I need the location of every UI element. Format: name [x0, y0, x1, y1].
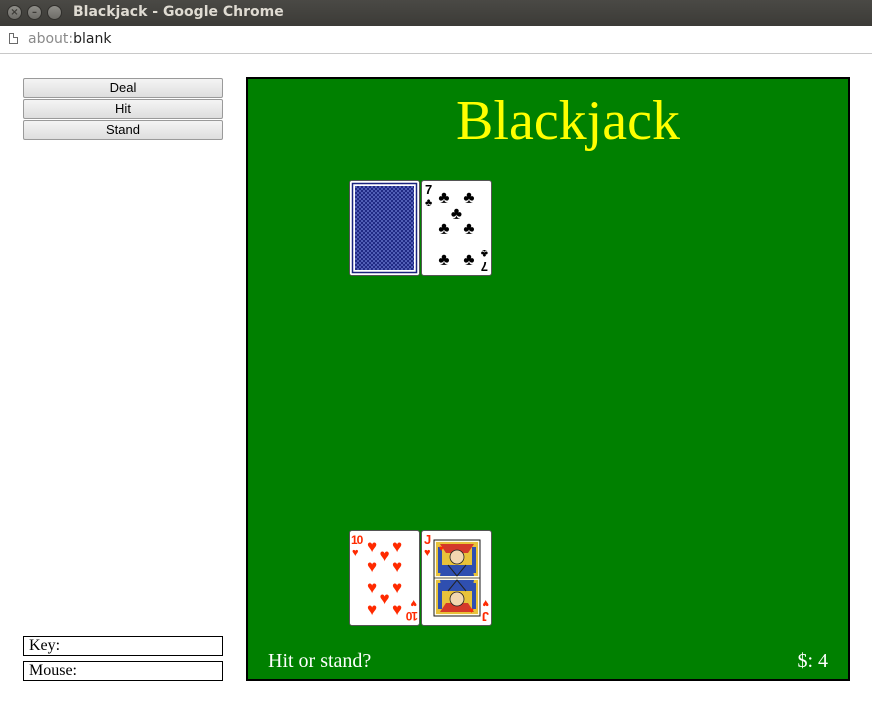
dealer-card-back — [349, 180, 420, 276]
svg-text:♥: ♥ — [352, 547, 359, 559]
stand-button[interactable]: Stand — [23, 120, 223, 140]
close-window-icon[interactable]: × — [7, 5, 22, 20]
svg-text:10: 10 — [351, 533, 364, 547]
svg-text:♣: ♣ — [438, 188, 449, 207]
svg-text:10: 10 — [405, 609, 418, 623]
svg-text:♥: ♥ — [379, 546, 389, 565]
game-canvas[interactable]: Blackjack 7 ♣ ♣ ♣ ♣ ♣ ♣ ♣ ♣ 7 ♣ 10 ♥ ♥ ♥… — [246, 77, 850, 681]
svg-text:♥: ♥ — [392, 537, 402, 556]
svg-text:♣: ♣ — [463, 250, 474, 269]
key-status: Key: — [23, 636, 223, 656]
address-bar[interactable] — [0, 26, 872, 54]
url-host: blank — [73, 31, 112, 47]
svg-text:♥: ♥ — [410, 597, 417, 609]
svg-text:♥: ♥ — [367, 600, 377, 619]
maximize-window-icon[interactable] — [47, 5, 62, 20]
game-message: Hit or stand? — [268, 650, 372, 672]
svg-text:♥: ♥ — [482, 597, 489, 609]
svg-text:♣: ♣ — [481, 247, 488, 259]
svg-text:♥: ♥ — [392, 578, 402, 597]
page-icon — [9, 33, 18, 44]
svg-text:♥: ♥ — [367, 557, 377, 576]
svg-text:♣: ♣ — [451, 204, 462, 223]
svg-text:♥: ♥ — [367, 578, 377, 597]
dealer-card-7-clubs: 7 ♣ ♣ ♣ ♣ ♣ ♣ ♣ ♣ 7 ♣ — [421, 180, 492, 276]
hit-button[interactable]: Hit — [23, 99, 223, 119]
svg-text:♥: ♥ — [469, 606, 474, 615]
url-text[interactable]: about:blank — [28, 31, 111, 47]
svg-text:♥: ♥ — [424, 547, 431, 559]
svg-text:♥: ♥ — [392, 557, 402, 576]
url-scheme: about: — [28, 31, 74, 47]
money-counter: $: 4 — [797, 650, 828, 672]
player-card-jack-hearts: J ♥ J ♥ ♥ ♥ — [421, 530, 492, 626]
window-title: Blackjack - Google Chrome — [73, 4, 284, 20]
svg-text:J: J — [424, 532, 431, 547]
svg-text:♥: ♥ — [439, 544, 444, 553]
player-card-10-hearts: 10 ♥ ♥ ♥ ♥ ♥ ♥ ♥ ♥ ♥ ♥ ♥ 10 ♥ — [349, 530, 420, 626]
minimize-window-icon[interactable]: – — [27, 5, 42, 20]
svg-text:♣: ♣ — [463, 219, 474, 238]
mouse-status: Mouse: — [23, 661, 223, 681]
deal-button[interactable]: Deal — [23, 78, 223, 98]
svg-text:♥: ♥ — [367, 537, 377, 556]
game-title: Blackjack — [456, 90, 680, 152]
svg-text:7: 7 — [481, 259, 488, 274]
svg-text:♣: ♣ — [425, 197, 432, 209]
card-rank: 7 — [425, 182, 432, 197]
svg-text:J: J — [482, 609, 489, 624]
svg-text:♣: ♣ — [438, 219, 449, 238]
svg-text:♥: ♥ — [379, 589, 389, 608]
window-titlebar: × – Blackjack - Google Chrome — [0, 0, 872, 26]
svg-text:♥: ♥ — [392, 600, 402, 619]
svg-text:♣: ♣ — [463, 188, 474, 207]
svg-text:♣: ♣ — [438, 250, 449, 269]
